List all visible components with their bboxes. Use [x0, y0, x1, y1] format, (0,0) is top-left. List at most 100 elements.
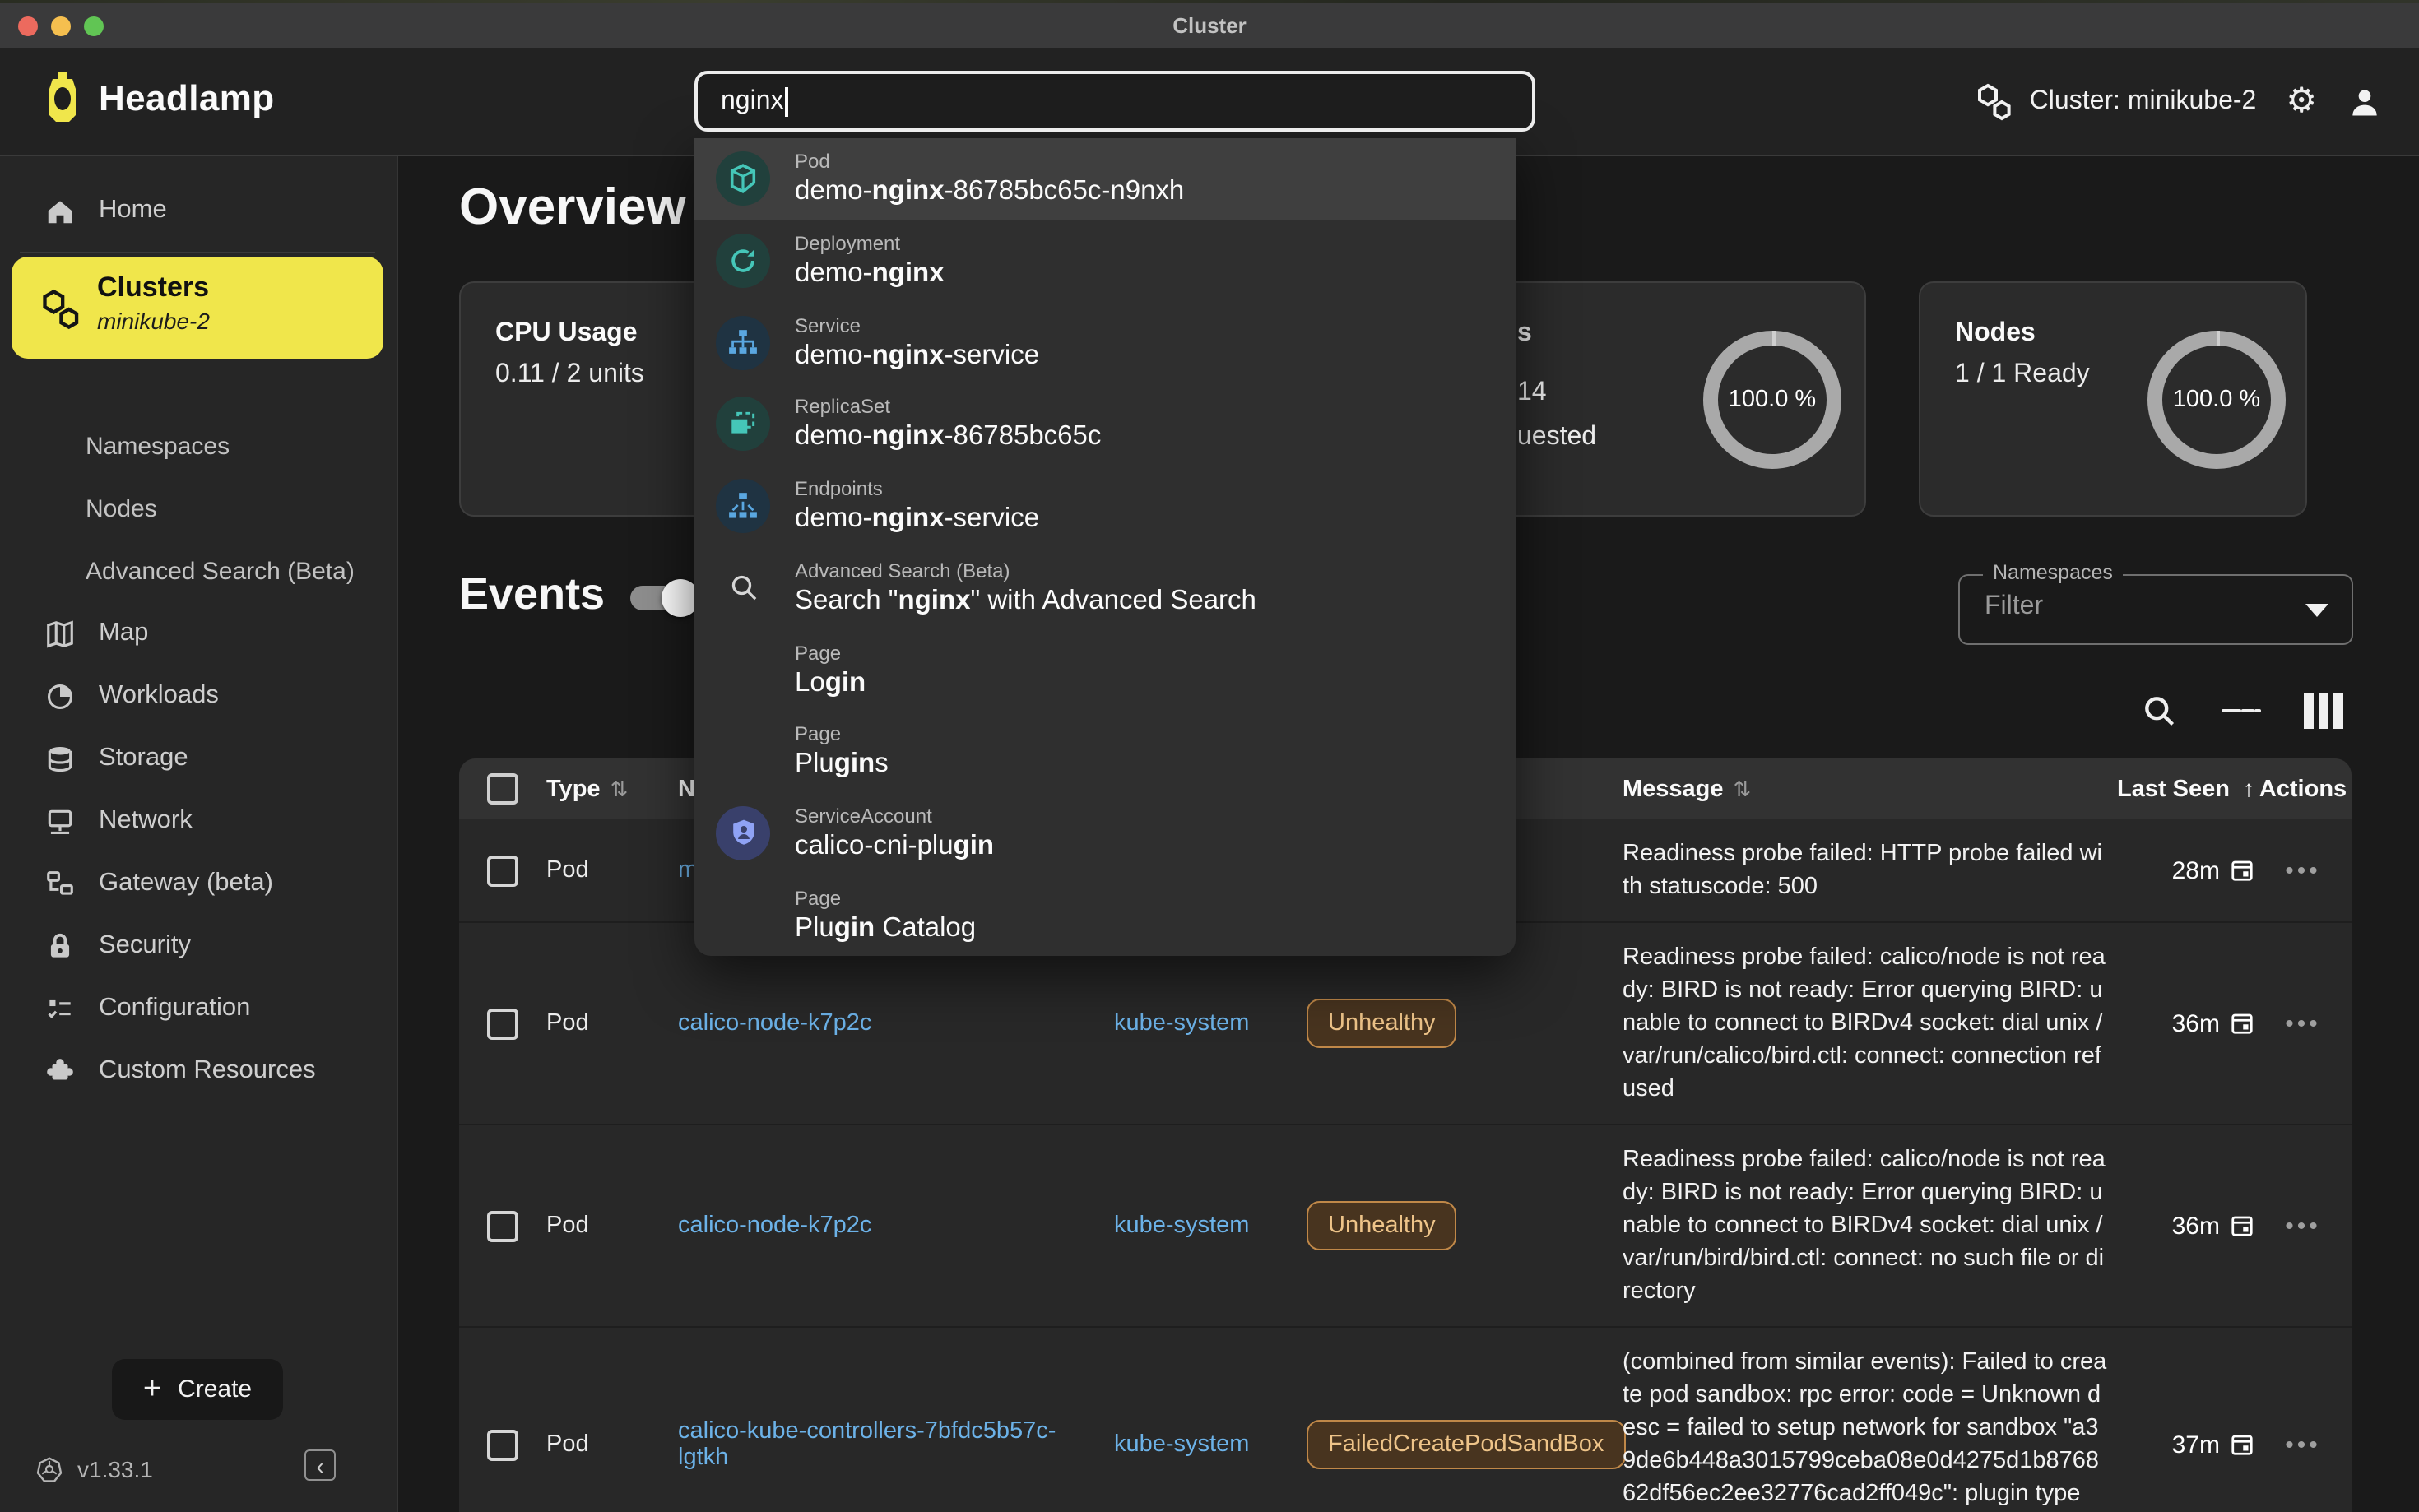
cluster-hexagons-icon — [1977, 81, 2013, 121]
row-checkbox[interactable] — [487, 1429, 518, 1460]
table-columns-icon[interactable] — [2304, 691, 2343, 730]
sort-icon: ⇅ — [1734, 776, 1752, 800]
close-window-button[interactable] — [18, 16, 38, 36]
namespace-filter-label: Namespaces — [1983, 561, 2123, 584]
table-search-icon[interactable] — [2139, 691, 2179, 730]
event-name-link[interactable]: calico-node-k7p2c — [678, 1010, 1073, 1037]
cluster-chip-label: Cluster: minikube-2 — [2030, 86, 2257, 116]
create-button[interactable]: + Create — [112, 1359, 283, 1420]
namespace-filter-placeholder: Filter — [1985, 592, 2043, 622]
column-header-last-seen[interactable]: Last Seen↑ — [2116, 775, 2254, 803]
event-type: Pod — [546, 1431, 678, 1458]
sidebar-item-advanced-search[interactable]: Advanced Search (Beta) — [0, 540, 397, 602]
workloads-pie-icon — [43, 680, 76, 712]
nodes-card: Nodes 1 / 1 Ready 100.0 % — [1919, 281, 2307, 517]
row-actions-menu[interactable]: ••• — [2254, 1431, 2352, 1459]
configuration-checklist-icon — [43, 993, 76, 1024]
nodes-percent-donut: 100.0 % — [2147, 331, 2286, 469]
column-header-message[interactable]: Message⇅ — [1623, 776, 2116, 802]
row-actions-menu[interactable]: ••• — [2254, 1009, 2352, 1037]
search-result-serviceaccount[interactable]: ServiceAccountcalico-cni-plugin — [694, 792, 1516, 874]
search-result-page-login[interactable]: PageLogin — [694, 628, 1516, 710]
cluster-chooser-button[interactable]: Cluster: minikube-2 — [1977, 81, 2257, 121]
events-toggle-switch[interactable] — [630, 586, 696, 610]
table-row: Pod calico-kube-controllers-7bfdc5b57c-l… — [459, 1326, 2352, 1512]
sidebar-item-map[interactable]: Map — [0, 602, 397, 665]
sort-icon: ⇅ — [611, 776, 629, 800]
status-badge: Unhealthy — [1307, 1201, 1457, 1250]
row-checkbox[interactable] — [487, 855, 518, 886]
events-heading: Events — [459, 569, 605, 620]
pods-percent-donut: 100.0 % — [1703, 331, 1841, 469]
sidebar-item-network[interactable]: Network — [0, 790, 397, 852]
select-all-checkbox[interactable] — [487, 773, 518, 805]
search-result-page-plugin-catalog[interactable]: PagePlugin Catalog — [694, 874, 1516, 956]
clusters-hexagons-icon — [41, 288, 81, 331]
row-checkbox[interactable] — [487, 1008, 518, 1039]
no-icon — [716, 642, 770, 697]
maximize-window-button[interactable] — [84, 16, 104, 36]
status-badge: Unhealthy — [1307, 999, 1457, 1048]
sidebar-item-home[interactable]: Home — [0, 179, 397, 242]
event-type: Pod — [546, 1213, 678, 1239]
event-name-link[interactable]: calico-node-k7p2c — [678, 1213, 1073, 1239]
sidebar-item-security[interactable]: Security — [0, 915, 397, 977]
row-actions-menu[interactable]: ••• — [2254, 1212, 2352, 1240]
event-namespace-link[interactable]: kube-system — [1114, 1010, 1307, 1037]
event-namespace-link[interactable]: kube-system — [1114, 1213, 1307, 1239]
map-icon — [43, 618, 76, 649]
search-result-deployment[interactable]: Deploymentdemo-nginx — [694, 220, 1516, 301]
nodes-card-value: 1 / 1 Ready — [1955, 360, 2090, 390]
row-actions-menu[interactable]: ••• — [2254, 856, 2352, 884]
event-message: (combined from similar events): Failed t… — [1623, 1328, 2108, 1512]
search-result-advanced-search[interactable]: Advanced Search (Beta)Search "nginx" wit… — [694, 547, 1516, 628]
row-checkbox[interactable] — [487, 1210, 518, 1241]
search-result-replicaset[interactable]: ReplicaSetdemo-nginx-86785bc65c — [694, 383, 1516, 465]
column-header-actions: Actions — [2254, 776, 2352, 802]
serviceaccount-shield-icon — [716, 806, 770, 860]
sidebar-item-clusters-selected[interactable]: Clusters minikube-2 — [12, 257, 383, 359]
plus-icon: + — [143, 1371, 161, 1408]
sidebar-item-storage[interactable]: Storage — [0, 727, 397, 790]
user-account-icon[interactable] — [2347, 83, 2383, 119]
sidebar-item-workloads[interactable]: Workloads — [0, 665, 397, 727]
calendar-icon — [2230, 1213, 2254, 1239]
sidebar-item-namespaces[interactable]: Namespaces — [0, 415, 397, 477]
sidebar-collapse-button[interactable]: ‹ — [304, 1449, 336, 1481]
sidebar-item-configuration[interactable]: Configuration — [0, 977, 397, 1040]
sidebar-item-custom-resources[interactable]: Custom Resources — [0, 1040, 397, 1102]
namespace-filter-select[interactable]: Namespaces Filter — [1958, 574, 2353, 645]
cpu-card-value: 0.11 / 2 units — [495, 360, 644, 390]
endpoints-icon — [716, 479, 770, 533]
search-icon — [716, 561, 770, 615]
settings-gear-icon[interactable]: ⚙ — [2286, 84, 2317, 118]
chevron-down-icon — [2305, 604, 2328, 617]
search-result-page-plugins[interactable]: PagePlugins — [694, 711, 1516, 792]
search-result-endpoints[interactable]: Endpointsdemo-nginx-service — [694, 466, 1516, 547]
column-header-type[interactable]: Type⇅ — [546, 776, 678, 802]
sort-ascending-icon: ↑ — [2243, 775, 2254, 801]
nodes-card-title: Nodes — [1955, 319, 2036, 349]
window-titlebar: Cluster — [0, 3, 2419, 48]
calendar-icon — [2230, 1010, 2254, 1037]
search-result-pod[interactable]: Poddemo-nginx-86785bc65c-n9nxh — [694, 138, 1516, 220]
event-type: Pod — [546, 1010, 678, 1037]
sidebar-clusters-label: Clusters — [97, 271, 383, 304]
search-result-service[interactable]: Servicedemo-nginx-service — [694, 302, 1516, 383]
event-namespace-link[interactable]: kube-system — [1114, 1431, 1307, 1458]
deployment-icon — [716, 234, 770, 288]
sidebar-item-label: Home — [99, 196, 167, 225]
search-input-value: nginx — [721, 86, 784, 116]
sidebar-item-nodes[interactable]: Nodes — [0, 477, 397, 540]
pod-icon — [716, 152, 770, 206]
table-row: Pod calico-node-k7p2c kube-system Unheal… — [459, 1124, 2352, 1326]
event-name-link[interactable]: calico-kube-controllers-7bfdc5b57c-lgtkh — [678, 1418, 1073, 1471]
sidebar-item-gateway[interactable]: Gateway (beta) — [0, 852, 397, 915]
event-message: Readiness probe failed: HTTP probe faile… — [1623, 819, 2108, 921]
search-input[interactable]: nginx — [694, 71, 1535, 132]
minimize-window-button[interactable] — [51, 16, 71, 36]
table-filter-icon[interactable] — [2222, 691, 2261, 730]
home-icon — [43, 195, 76, 226]
pods-card-title-fragment: s — [1517, 319, 1532, 349]
event-last-seen: 37m — [2116, 1431, 2254, 1459]
